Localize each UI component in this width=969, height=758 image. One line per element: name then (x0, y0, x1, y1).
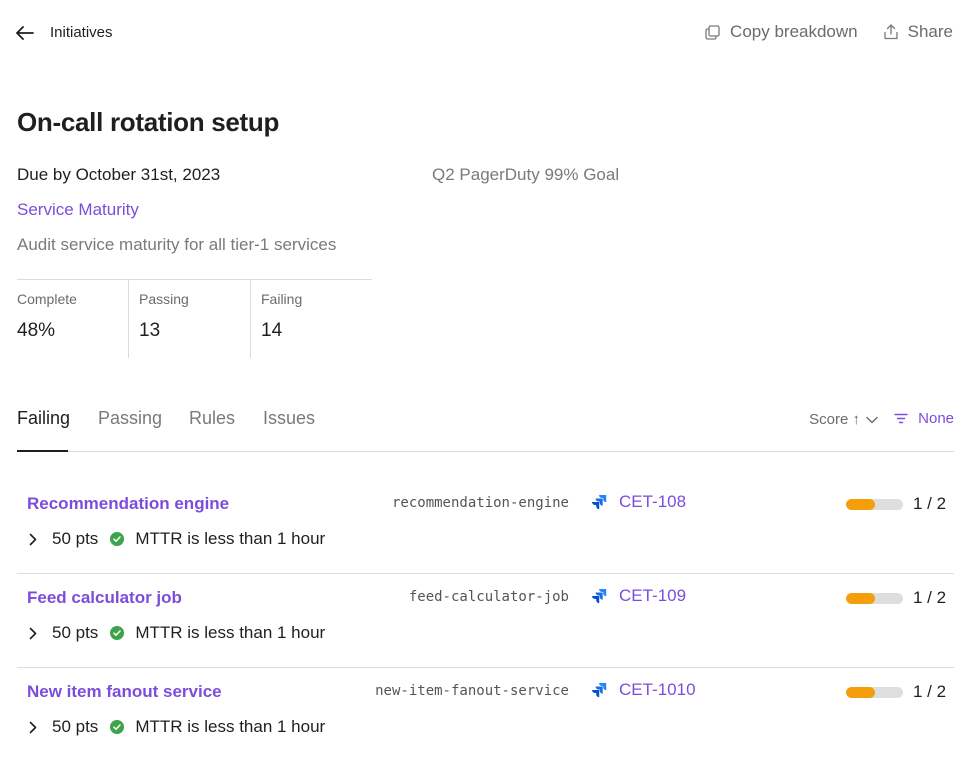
stat-failing: Failing 14 (250, 280, 372, 358)
rule-summary: 50 pts MTTR is less than 1 hour (29, 529, 325, 549)
sort-label: Score ↑ (809, 411, 860, 428)
jira-issue-key: CET-109 (619, 586, 687, 605)
copy-breakdown-button[interactable]: Copy breakdown (705, 22, 858, 42)
share-icon (883, 24, 898, 40)
share-label: Share (907, 22, 953, 41)
score-progress-fill (846, 499, 875, 510)
stat-complete: Complete 48% (17, 280, 128, 358)
score-fraction: 1 / 2 (913, 682, 947, 701)
chevron-down-icon (866, 416, 878, 423)
filter-icon (894, 413, 908, 424)
check-circle-icon (110, 532, 125, 546)
chevron-right-icon[interactable] (29, 533, 37, 546)
chevron-right-icon[interactable] (29, 721, 37, 734)
sort-dropdown[interactable]: Score ↑ (809, 411, 878, 428)
stat-label: Passing (139, 291, 189, 307)
share-button[interactable]: Share (883, 22, 953, 42)
check-circle-icon (110, 626, 125, 640)
service-row: New item fanout service new-item-fanout-… (17, 668, 954, 758)
jira-icon (592, 589, 607, 604)
initiative-description: Audit service maturity for all tier-1 se… (17, 235, 337, 254)
service-name-link[interactable]: Recommendation engine (27, 494, 229, 514)
score-progress-bar (846, 687, 903, 698)
rule-summary: 50 pts MTTR is less than 1 hour (29, 717, 325, 737)
jira-issue-link[interactable]: CET-109 (591, 586, 686, 606)
service-row: Recommendation engine recommendation-eng… (17, 480, 954, 574)
score-progress-fill (846, 593, 875, 604)
jira-issue-link[interactable]: CET-108 (591, 492, 686, 512)
stats-panel: Complete 48% Passing 13 Failing 14 (17, 279, 372, 358)
service-name-link[interactable]: New item fanout service (27, 682, 222, 702)
tab-bar: Failing Passing Rules Issues Score ↑ Non… (17, 408, 954, 452)
stat-label: Complete (17, 291, 77, 307)
service-list: Recommendation engine recommendation-eng… (17, 480, 954, 758)
stat-label: Failing (261, 291, 303, 307)
stat-value: 14 (261, 320, 283, 341)
scorecard-link[interactable]: Service Maturity (17, 200, 139, 220)
rule-name: MTTR is less than 1 hour (135, 623, 326, 642)
due-date: Due by October 31st, 2023 (17, 165, 221, 184)
jira-icon (592, 495, 607, 510)
stat-value: 13 (139, 320, 161, 341)
chevron-right-icon[interactable] (29, 627, 37, 640)
tab-issues[interactable]: Issues (263, 408, 315, 452)
tab-rules[interactable]: Rules (189, 408, 235, 452)
score-progress-bar (846, 499, 903, 510)
stat-passing: Passing 13 (128, 280, 250, 358)
jira-issue-link[interactable]: CET-1010 (591, 680, 696, 700)
initiative-goal: Q2 PagerDuty 99% Goal (432, 165, 620, 184)
score-fraction: 1 / 2 (913, 588, 947, 607)
jira-icon (592, 683, 607, 698)
header-actions: Copy breakdown Share (705, 22, 953, 42)
score-fraction: 1 / 2 (913, 494, 947, 513)
rule-summary: 50 pts MTTR is less than 1 hour (29, 623, 325, 643)
rule-name: MTTR is less than 1 hour (135, 717, 326, 736)
copy-icon (705, 24, 720, 40)
rule-points: 50 pts (52, 623, 99, 642)
jira-issue-key: CET-1010 (619, 680, 696, 699)
filter-label: None (918, 410, 954, 427)
check-circle-icon (110, 720, 125, 734)
rule-points: 50 pts (52, 529, 99, 548)
service-row: Feed calculator job feed-calculator-job … (17, 574, 954, 668)
rule-points: 50 pts (52, 717, 99, 736)
service-tag: new-item-fanout-service (375, 683, 569, 699)
back-link[interactable]: Initiatives (16, 24, 113, 41)
score-progress-fill (846, 687, 875, 698)
service-tag: feed-calculator-job (408, 589, 569, 605)
score-progress-bar (846, 593, 903, 604)
jira-issue-key: CET-108 (619, 492, 687, 511)
stat-value: 48% (17, 320, 56, 341)
top-bar: Initiatives Copy breakdown Share (0, 0, 969, 70)
arrow-left-icon (16, 25, 34, 40)
service-tag: recommendation-engine (391, 495, 569, 511)
back-link-label: Initiatives (50, 24, 113, 41)
tab-passing[interactable]: Passing (98, 408, 162, 452)
rule-name: MTTR is less than 1 hour (135, 529, 326, 548)
copy-breakdown-label: Copy breakdown (730, 22, 858, 41)
service-name-link[interactable]: Feed calculator job (27, 588, 182, 608)
page-title: On-call rotation setup (17, 107, 280, 137)
tab-failing[interactable]: Failing (17, 408, 70, 452)
filter-button[interactable]: None (894, 410, 954, 427)
